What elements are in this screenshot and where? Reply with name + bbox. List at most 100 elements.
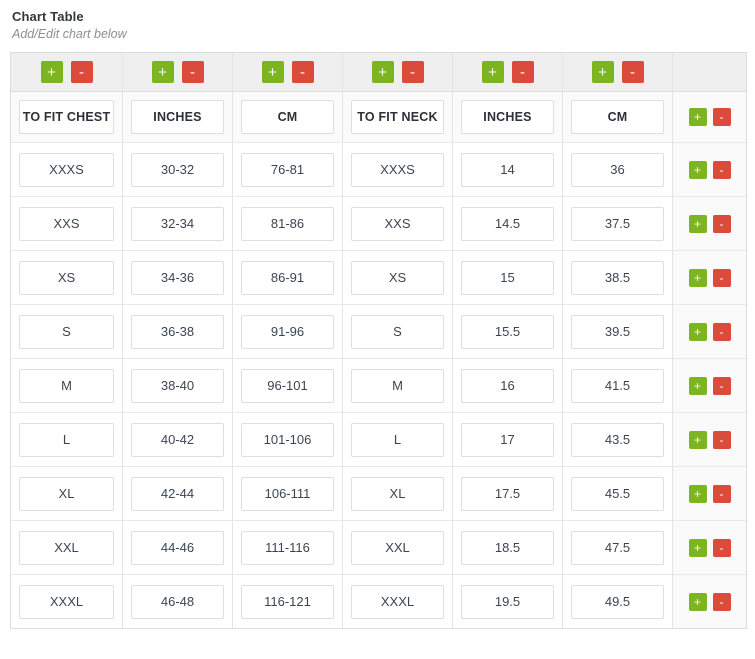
add-row-button[interactable]: +: [688, 538, 707, 557]
add-row-button[interactable]: +: [688, 484, 707, 503]
cell-input[interactable]: L: [351, 422, 444, 457]
remove-row-button[interactable]: -: [712, 376, 731, 395]
cell-input[interactable]: 17: [461, 422, 554, 457]
table-cell: 17.5: [453, 467, 563, 521]
cell-input[interactable]: 46-48: [131, 584, 224, 619]
header-input[interactable]: TO FIT CHEST: [19, 100, 114, 134]
cell-input[interactable]: 17.5: [461, 476, 554, 511]
cell-input[interactable]: 40-42: [131, 422, 224, 457]
header-input[interactable]: CM: [571, 100, 664, 134]
cell-input[interactable]: 36-38: [131, 314, 224, 349]
remove-column-button[interactable]: -: [511, 61, 534, 83]
cell-input[interactable]: XS: [351, 260, 444, 295]
cell-input[interactable]: 14.5: [461, 206, 554, 241]
cell-input[interactable]: 18.5: [461, 530, 554, 565]
cell-input[interactable]: XXXL: [351, 584, 444, 619]
remove-column-button[interactable]: -: [401, 61, 424, 83]
cell-input[interactable]: 15: [461, 260, 554, 295]
cell-input[interactable]: 19.5: [461, 584, 554, 619]
remove-row-button[interactable]: -: [712, 268, 731, 287]
cell-input[interactable]: 96-101: [241, 368, 334, 403]
cell-input[interactable]: 42-44: [131, 476, 224, 511]
cell-input[interactable]: 86-91: [241, 260, 334, 295]
cell-input[interactable]: XS: [19, 260, 114, 295]
header-input[interactable]: CM: [241, 100, 334, 134]
cell-input[interactable]: XXXS: [19, 152, 114, 187]
cell-input[interactable]: 44-46: [131, 530, 224, 565]
cell-input[interactable]: 76-81: [241, 152, 334, 187]
cell-input[interactable]: 30-32: [131, 152, 224, 187]
cell-input[interactable]: 101-106: [241, 422, 334, 457]
cell-input[interactable]: XL: [19, 476, 114, 511]
add-row-button[interactable]: +: [688, 268, 707, 287]
header-input[interactable]: TO FIT NECK: [351, 100, 444, 134]
cell-input[interactable]: XXL: [351, 530, 444, 565]
cell-input[interactable]: 116-121: [241, 584, 334, 619]
table-cell-wrap: 46-48: [123, 575, 232, 628]
cell-input[interactable]: 32-34: [131, 206, 224, 241]
table-cell: XXL: [11, 521, 123, 575]
header-input[interactable]: INCHES: [131, 100, 224, 134]
remove-column-button[interactable]: -: [181, 61, 204, 83]
cell-input[interactable]: 91-96: [241, 314, 334, 349]
cell-input[interactable]: 47.5: [571, 530, 664, 565]
add-row-button[interactable]: +: [688, 322, 707, 341]
remove-column-button[interactable]: -: [70, 61, 93, 83]
add-column-button[interactable]: +: [151, 61, 174, 83]
cell-input[interactable]: 43.5: [571, 422, 664, 457]
cell-input[interactable]: 106-111: [241, 476, 334, 511]
cell-input[interactable]: 38-40: [131, 368, 224, 403]
remove-row-button[interactable]: -: [712, 430, 731, 449]
remove-row-button[interactable]: -: [712, 592, 731, 611]
column-toolbar-cell: + -: [123, 53, 233, 92]
cell-input[interactable]: 14: [461, 152, 554, 187]
cell-input[interactable]: L: [19, 422, 114, 457]
remove-row-button[interactable]: -: [712, 484, 731, 503]
remove-row-button[interactable]: -: [712, 160, 731, 179]
add-column-button[interactable]: +: [261, 61, 284, 83]
cell-input[interactable]: 39.5: [571, 314, 664, 349]
cell-input[interactable]: 15.5: [461, 314, 554, 349]
cell-input[interactable]: M: [19, 368, 114, 403]
table-cell: 37.5: [563, 197, 673, 251]
cell-input[interactable]: 16: [461, 368, 554, 403]
add-row-button[interactable]: +: [688, 430, 707, 449]
header-input[interactable]: INCHES: [461, 100, 554, 134]
cell-input[interactable]: 49.5: [571, 584, 664, 619]
add-row-button[interactable]: +: [688, 108, 707, 126]
remove-row-button[interactable]: -: [712, 538, 731, 557]
cell-input[interactable]: S: [351, 314, 444, 349]
cell-input[interactable]: XXS: [19, 206, 114, 241]
add-column-button[interactable]: +: [591, 61, 614, 83]
cell-input[interactable]: XL: [351, 476, 444, 511]
add-row-button[interactable]: +: [688, 160, 707, 179]
cell-input[interactable]: 111-116: [241, 530, 334, 565]
add-row-button[interactable]: +: [688, 376, 707, 395]
cell-input[interactable]: XXL: [19, 530, 114, 565]
table-cell-wrap: XXXS: [343, 143, 452, 196]
remove-row-button[interactable]: -: [712, 322, 731, 341]
cell-input[interactable]: M: [351, 368, 444, 403]
cell-input[interactable]: 37.5: [571, 206, 664, 241]
add-column-button[interactable]: +: [481, 61, 504, 83]
cell-input[interactable]: 41.5: [571, 368, 664, 403]
add-row-button[interactable]: +: [688, 214, 707, 233]
add-row-button[interactable]: +: [688, 592, 707, 611]
cell-input[interactable]: 34-36: [131, 260, 224, 295]
remove-row-button[interactable]: -: [712, 108, 731, 126]
cell-input[interactable]: XXS: [351, 206, 444, 241]
cell-input[interactable]: S: [19, 314, 114, 349]
column-toolbar-cell: + -: [563, 53, 673, 92]
cell-input[interactable]: 81-86: [241, 206, 334, 241]
cell-input[interactable]: XXXL: [19, 584, 114, 619]
remove-column-button[interactable]: -: [291, 61, 314, 83]
table-row: XXS 32-34 81-86 XXS 14.5 37.5 + -: [11, 197, 746, 251]
add-column-button[interactable]: +: [371, 61, 394, 83]
remove-column-button[interactable]: -: [621, 61, 644, 83]
cell-input[interactable]: 45.5: [571, 476, 664, 511]
cell-input[interactable]: XXXS: [351, 152, 444, 187]
add-column-button[interactable]: +: [40, 61, 63, 83]
cell-input[interactable]: 38.5: [571, 260, 664, 295]
cell-input[interactable]: 36: [571, 152, 664, 187]
remove-row-button[interactable]: -: [712, 214, 731, 233]
